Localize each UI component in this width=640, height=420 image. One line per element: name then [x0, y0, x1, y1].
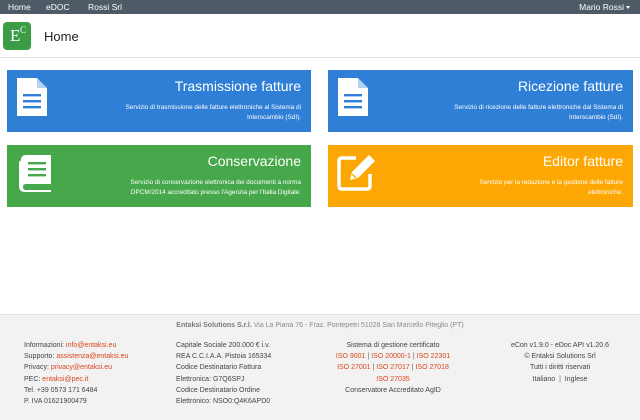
cert-link[interactable]: ISO 27001	[337, 364, 370, 371]
tile-description-line: Interscambio (SdI).	[569, 114, 623, 121]
separator: |	[412, 353, 415, 361]
tile-title: Conservazione	[207, 153, 301, 169]
privacy-label: Privacy:	[24, 364, 49, 372]
version-info: eCon v1.9.0 - eDoc API v1.20.6	[510, 342, 610, 349]
separator: |	[367, 353, 370, 361]
cert-link[interactable]: ISO 27018	[415, 364, 448, 371]
footer-legal: Capitale Sociale 200.000 € i.v. REA C.C.…	[176, 340, 271, 407]
nav-company[interactable]: Rossi Srl	[88, 2, 122, 12]
footer-certifications: Sistema di gestione certificato ISO 9001…	[322, 340, 464, 396]
company-address: Via La Piana 76 - Fraz. Pontepetri 51028…	[253, 322, 464, 329]
footer-version: eCon v1.9.0 - eDoc API v1.20.6 © Entaksi…	[492, 340, 628, 385]
page-header: E C Home	[0, 14, 640, 58]
econ-logo[interactable]: E C	[3, 22, 31, 50]
nav-home[interactable]: Home	[8, 2, 31, 12]
logo-superscript: C	[20, 25, 27, 35]
tile-description-line: Servizio di ricezione delle fatture elet…	[454, 104, 623, 111]
cert-link[interactable]: ISO 27035	[376, 376, 409, 383]
page-title: Home	[44, 29, 79, 44]
tile-description-line: Servizio di conservazione elettronica de…	[130, 179, 301, 186]
rights-reserved: Tutti i diritti riservati	[529, 364, 591, 372]
legal-line: Elettronica: G7Q6SPJ	[176, 375, 245, 383]
document-icon	[17, 78, 47, 116]
certifications-heading: Sistema di gestione certificato	[346, 342, 440, 349]
separator: |	[372, 364, 375, 372]
separator: |	[411, 364, 414, 372]
tile-description: Servizio per la redazione e la gestione …	[479, 178, 623, 198]
accreditation-text: Conservatore Accreditato AgID	[345, 386, 441, 394]
tile-description-line: elettroniche.	[588, 189, 623, 196]
tile-editor-fatture[interactable]: Editor fatture Servizio per la redazione…	[328, 145, 633, 207]
tile-description-line: DPCM/2014 accreditato presso l'Agenzia p…	[130, 189, 301, 196]
tile-description: Servizio di trasmissione delle fatture e…	[126, 103, 301, 123]
cert-link[interactable]: ISO 22301	[417, 353, 450, 360]
lang-italiano[interactable]: Italiano	[533, 376, 556, 383]
tile-title: Editor fatture	[542, 153, 623, 169]
cert-link[interactable]: ISO 27017	[376, 364, 409, 371]
pec-email-link[interactable]: entaksi@pec.it	[42, 376, 88, 383]
phone-number: Tel. +39 0573 171 6484	[24, 386, 98, 394]
logo-letter: E	[10, 26, 21, 45]
privacy-email-link[interactable]: privacy@entaksi.eu	[51, 364, 112, 371]
tile-title: Trasmissione fatture	[174, 78, 301, 94]
tile-ricezione-fatture[interactable]: Ricezione fatture Servizio di ricezione …	[328, 70, 633, 132]
support-label: Supporto:	[24, 353, 55, 361]
user-name: Mario Rossi	[579, 2, 624, 12]
top-navbar: Home eDOC Rossi Srl Mario Rossi	[0, 0, 640, 14]
copyright: © Entaksi Solutions Srl	[524, 353, 596, 361]
info-email-link[interactable]: info@entaksi.eu	[66, 342, 116, 349]
pec-label: PEC:	[24, 375, 41, 383]
caret-down-icon	[626, 6, 630, 10]
cert-link[interactable]: ISO 9001	[336, 353, 366, 360]
tile-title: Ricezione fatture	[517, 78, 623, 94]
tile-conservazione[interactable]: Conservazione Servizio di conservazione …	[7, 145, 311, 207]
nav-edoc[interactable]: eDOC	[46, 2, 70, 12]
legal-line: Codice Destinatario Fattura	[176, 364, 262, 372]
edit-icon	[337, 155, 375, 191]
company-name: Entaksi Solutions S.r.l.	[176, 322, 252, 329]
legal-line: Elettronico: NSO0:Q4K6APD0	[176, 398, 271, 406]
page-footer: Entaksi Solutions S.r.l. Via La Piana 76…	[0, 314, 640, 420]
cert-link[interactable]: ISO 20000-1	[371, 353, 411, 360]
user-menu[interactable]: Mario Rossi	[579, 2, 630, 12]
document-icon	[338, 78, 368, 116]
tile-description-line: Servizio per la redazione e la gestione …	[479, 179, 623, 186]
tile-trasmissione-fatture[interactable]: Trasmissione fatture Servizio di trasmis…	[7, 70, 311, 132]
separator: |	[559, 375, 561, 383]
tile-description-line: Interscambio (SdI).	[247, 114, 301, 121]
info-label: Informazioni:	[24, 342, 65, 349]
legal-line: REA C.C.I.A.A. Pistoia 165334	[176, 353, 272, 361]
legal-line: Codice Destinatario Ordine	[176, 386, 261, 394]
tile-description: Servizio di conservazione elettronica de…	[130, 178, 301, 198]
tile-description: Servizio di ricezione delle fatture elet…	[454, 103, 623, 123]
legal-line: Capitale Sociale 200.000 € i.v.	[176, 342, 271, 349]
footer-contacts: Informazioni: info@entaksi.eu Supporto: …	[24, 340, 128, 407]
tile-description-line: Servizio di trasmissione delle fatture e…	[125, 104, 301, 111]
support-email-link[interactable]: assistenza@entaksi.eu	[56, 353, 128, 360]
book-icon	[19, 155, 51, 192]
company-info: Entaksi Solutions S.r.l. Via La Piana 76…	[0, 322, 640, 329]
vat-number: P. IVA 01621900479	[24, 398, 87, 406]
lang-inglese[interactable]: Inglese	[565, 376, 588, 383]
